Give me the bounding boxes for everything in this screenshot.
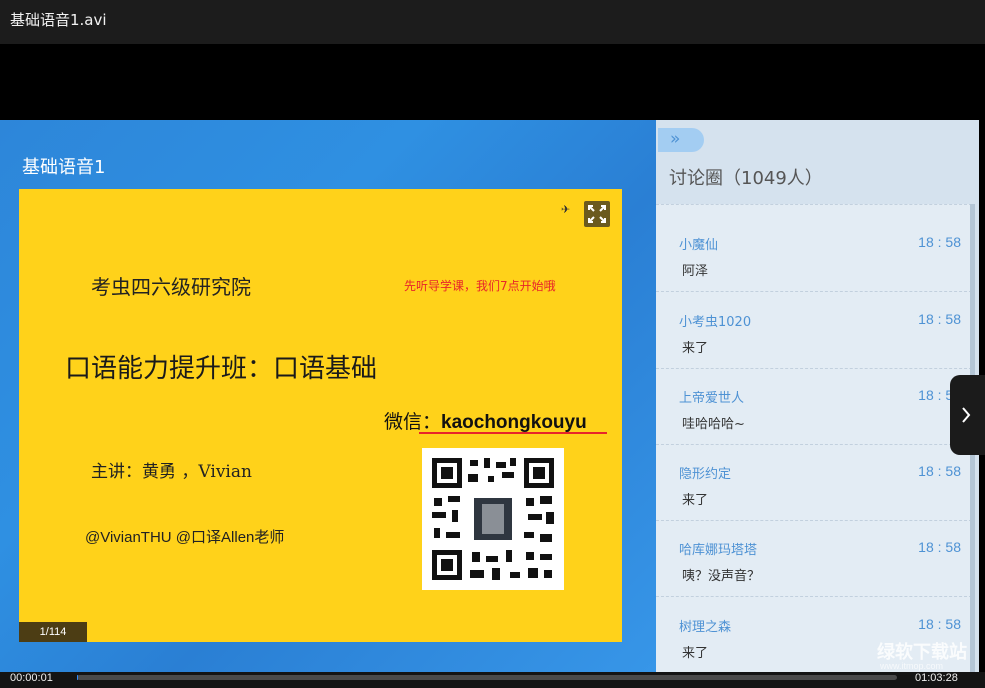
fullscreen-button[interactable] [584,201,610,227]
divider [656,444,972,445]
wechat-underline [419,432,607,434]
video-area[interactable]: 基础语音1 ✈ 考虫四六级研究院 先听导学课，我们7点开始哦 口语能力提升班：口… [0,44,985,672]
slide-stage: 基础语音1 ✈ 考虫四六级研究院 先听导学课，我们7点开始哦 口语能力提升班：口… [0,120,656,672]
list-item: 上帝爱世人 18 : 58 哇哈哈哈~ [656,387,972,463]
watermark-url: www.itmop.com [880,661,944,671]
message-text: 阿泽 [682,264,709,279]
qr-code [422,448,564,590]
total-time: 01:03:28 [915,672,958,684]
message-time: 18 : 58 [918,234,961,250]
expand-icon [588,205,606,223]
message-text: 来了 [682,493,709,508]
lecturer-line: 主讲：黄勇 ，Vivian [91,462,252,482]
course-title: 口语能力提升班：口语基础 [65,354,378,384]
presentation-slide: ✈ 考虫四六级研究院 先听导学课，我们7点开始哦 口语能力提升班：口语基础 微信… [19,189,622,642]
list-item: 小魔仙 18 : 58 阿泽 [656,234,972,310]
logo-icon: ✈ [561,203,571,216]
message-user[interactable]: 哈库娜玛塔塔 [679,539,757,558]
course-organization: 考虫四六级研究院 [91,275,251,299]
divider [656,291,972,292]
message-text: 哇哈哈哈~ [682,417,745,432]
message-user[interactable]: 小魔仙 [679,234,718,253]
window-titlebar: 基础语音1.avi [0,0,985,44]
message-user[interactable]: 小考虫1020 [679,311,751,330]
message-text: 咦？没声音？ [682,569,761,584]
wechat-id: kaochongkouyu [441,412,587,433]
message-time: 18 : 58 [918,616,961,632]
message-user[interactable]: 隐形约定 [679,463,731,482]
chevron-right-icon [962,407,971,423]
wechat-label: 微信： [384,411,442,433]
divider [656,596,972,597]
message-time: 18 : 58 [918,539,961,555]
page-indicator: 1/114 [19,622,87,642]
next-button[interactable] [950,375,985,455]
message-user[interactable]: 上帝爱世人 [679,387,744,406]
divider [656,368,972,369]
weibo-handles: @VivianTHU @口译Allen老师 [85,529,285,546]
message-text: 来了 [682,341,709,356]
message-user[interactable]: 树理之森 [679,616,731,635]
double-chevron-right-icon: » [670,129,681,149]
divider [656,520,972,521]
wechat-line: 微信：kaochongkouyu [384,407,587,434]
seek-bar[interactable] [77,675,897,680]
discussion-panel: 讨论圈（1049人） 小魔仙 18 : 58 阿泽 小考虫1020 18 : 5… [656,120,979,672]
message-text: 来了 [682,646,709,661]
current-time: 00:00:01 [10,672,53,684]
stage-title: 基础语音1 [22,157,106,178]
start-notice: 先听导学课，我们7点开始哦 [404,279,556,293]
list-item: 哈库娜玛塔塔 18 : 58 咦？没声音？ [656,539,972,615]
message-time: 18 : 58 [918,463,961,479]
list-item: 隐形约定 18 : 58 来了 [656,463,972,539]
collapse-chat-button[interactable]: » [658,128,704,152]
list-item: 小考虫1020 18 : 58 来了 [656,311,972,387]
discussion-header: 讨论圈（1049人） [669,168,823,189]
message-list[interactable]: 小魔仙 18 : 58 阿泽 小考虫1020 18 : 58 来了 上帝爱世人 … [656,204,972,672]
window-title: 基础语音1.avi [10,11,107,29]
player-controls: 00:00:01 01:03:28 [0,672,985,688]
message-time: 18 : 58 [918,311,961,327]
